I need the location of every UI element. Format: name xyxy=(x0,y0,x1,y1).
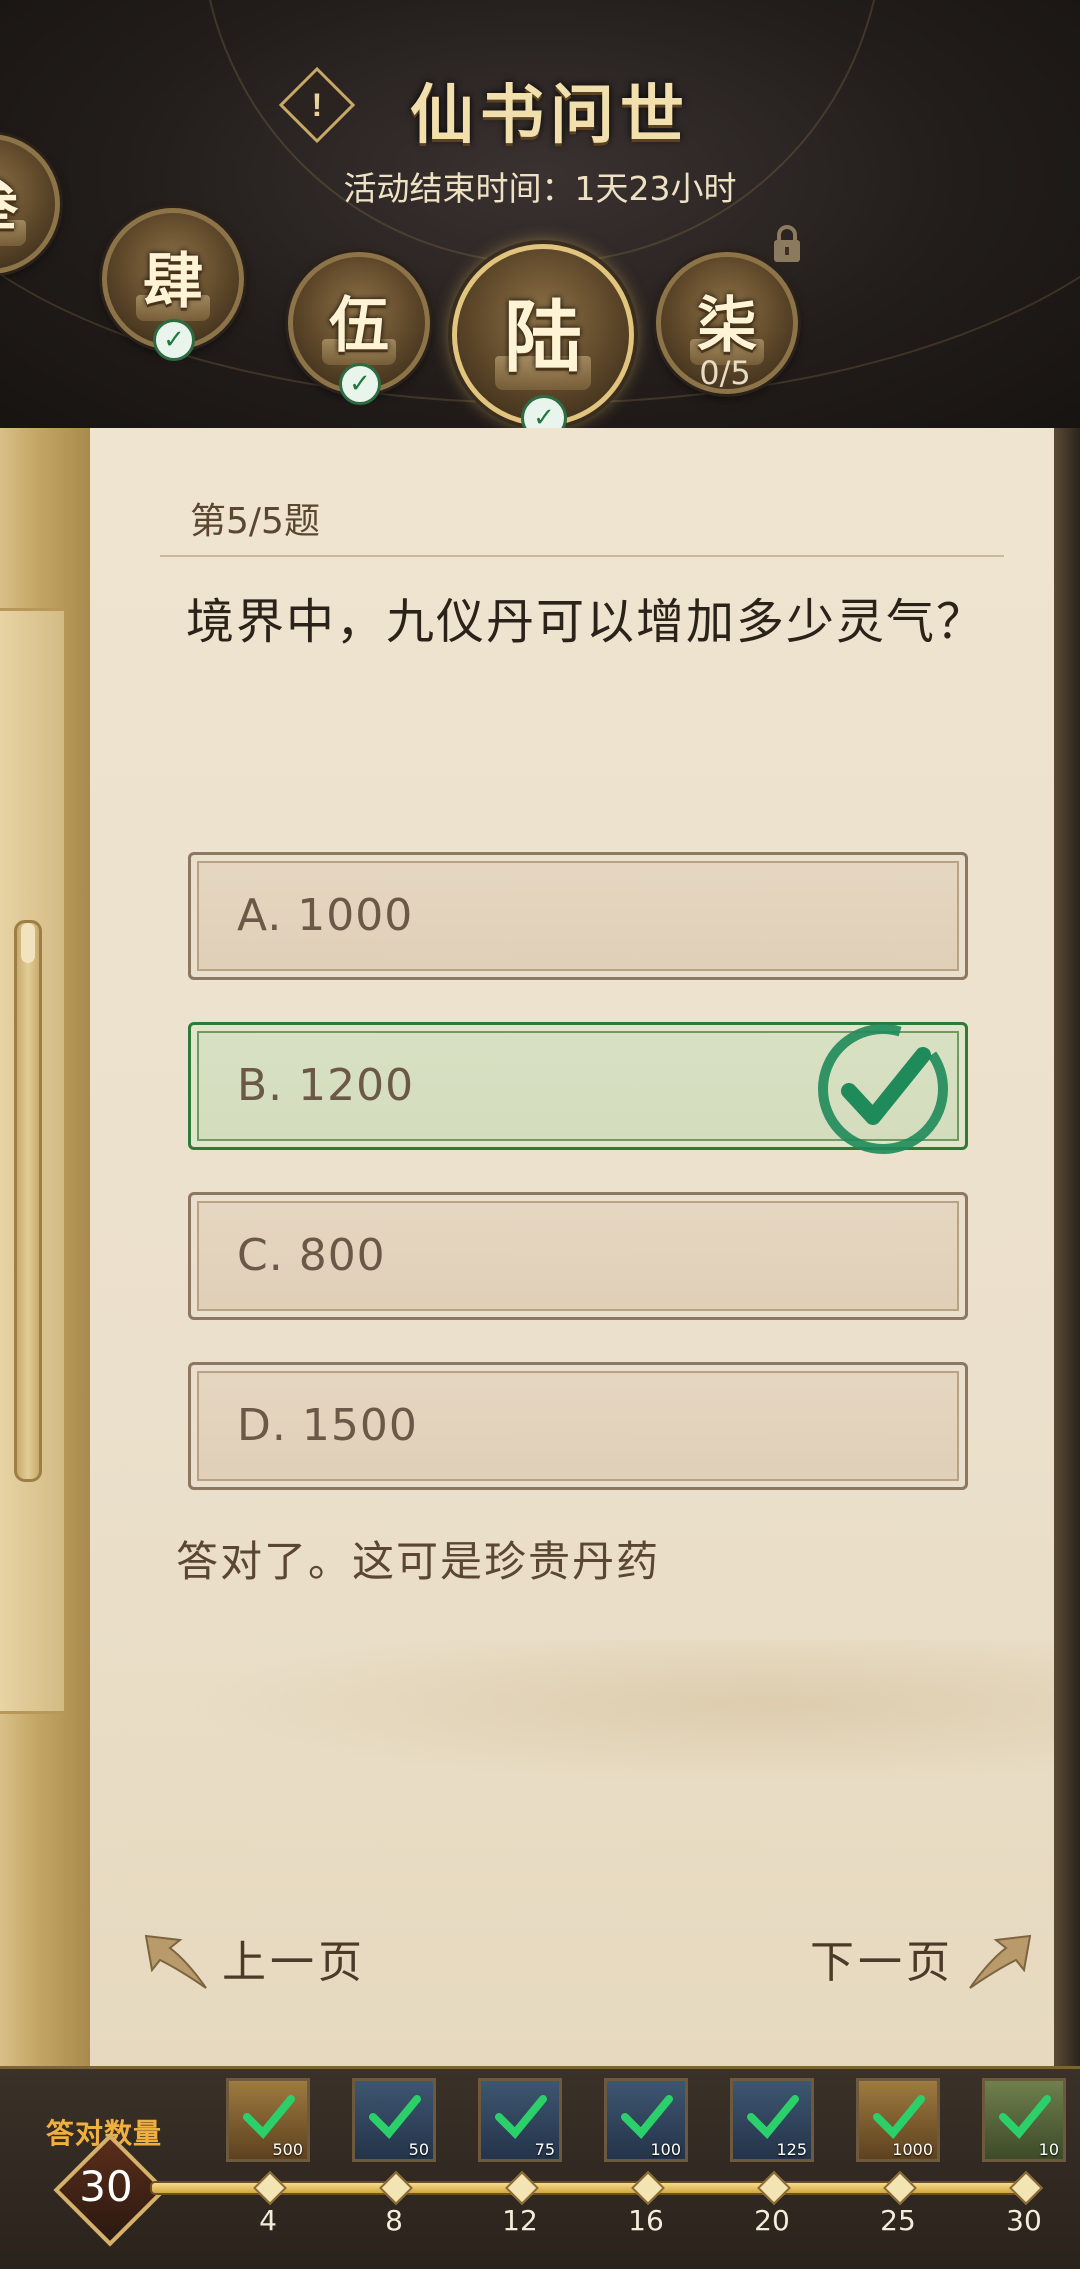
milestone-label: 20 xyxy=(754,2204,790,2237)
correct-check-icon xyxy=(818,1024,948,1154)
page-scrollbar[interactable] xyxy=(14,920,42,1482)
answer-option-d[interactable]: D. 1500 xyxy=(188,1362,968,1490)
milestone-label: 16 xyxy=(628,2204,664,2237)
event-title: 仙书问世 xyxy=(410,78,690,153)
reward-item-16[interactable]: 100 xyxy=(604,2078,688,2162)
option-label: B. 1200 xyxy=(237,1060,415,1111)
claimed-check-icon xyxy=(369,2095,421,2139)
answer-feedback: 答对了。这可是珍贵丹药 xyxy=(176,1537,661,1586)
milestone-label: 4 xyxy=(259,2204,277,2237)
chapter-7-progress: 0/5 xyxy=(699,354,751,392)
lock-icon xyxy=(774,225,800,262)
chapter-button-6-selected[interactable]: 陆 ✓ xyxy=(452,244,634,440)
reward-item-8[interactable]: 50 xyxy=(352,2078,436,2162)
cloud-decoration xyxy=(90,1640,1054,1800)
prev-page-button[interactable]: 上一页 xyxy=(222,1928,366,1998)
milestone-label: 12 xyxy=(502,2204,538,2237)
question-text: 境界中，九仪丹可以增加多少灵气？ xyxy=(186,594,987,650)
answer-option-b-correct[interactable]: B. 1200 xyxy=(188,1022,968,1154)
milestone-label: 25 xyxy=(880,2204,916,2237)
claimed-check-icon xyxy=(495,2095,547,2139)
option-label: C. 800 xyxy=(237,1230,386,1281)
reward-item-30[interactable]: 10 xyxy=(982,2078,1066,2162)
answer-option-c[interactable]: C. 800 xyxy=(188,1192,968,1320)
reward-item-4[interactable]: 500 xyxy=(226,2078,310,2162)
milestone-label: 30 xyxy=(1006,2204,1042,2237)
prev-page-arrow-icon[interactable] xyxy=(136,1926,216,1998)
milestone-label: 8 xyxy=(385,2204,403,2237)
next-page-button[interactable]: 下一页 xyxy=(810,1928,954,1998)
correct-count-value: 30 xyxy=(79,2162,133,2211)
chapter-button-5[interactable]: 伍 ✓ xyxy=(288,252,430,405)
option-label: A. 1000 xyxy=(237,890,414,941)
claimed-check-icon xyxy=(621,2095,673,2139)
divider xyxy=(160,555,1004,557)
activity-header: ! 仙书问世 活动结束时间：1天23小时 叁 肆 ✓ 伍 ✓ 陆 ✓ 柒 0/5 xyxy=(0,0,1080,440)
claimed-check-icon xyxy=(243,2095,295,2139)
option-label: D. 1500 xyxy=(237,1400,418,1451)
completed-check-icon: ✓ xyxy=(339,363,381,405)
chapter-button-4[interactable]: 肆 ✓ xyxy=(102,208,244,361)
reward-item-12[interactable]: 75 xyxy=(478,2078,562,2162)
completed-check-icon: ✓ xyxy=(153,319,195,361)
claimed-check-icon xyxy=(999,2095,1051,2139)
event-end-time: 活动结束时间：1天23小时 xyxy=(343,169,737,208)
claimed-check-icon xyxy=(747,2095,799,2139)
book-right-edge xyxy=(1054,428,1080,2068)
next-page-arrow-icon[interactable] xyxy=(960,1926,1040,1998)
reward-item-25[interactable]: 1000 xyxy=(856,2078,940,2162)
scrollbar-thumb[interactable] xyxy=(21,923,35,963)
answer-option-a[interactable]: A. 1000 xyxy=(188,852,968,980)
question-number: 第5/5题 xyxy=(190,501,320,542)
claimed-check-icon xyxy=(873,2095,925,2139)
reward-item-20[interactable]: 125 xyxy=(730,2078,814,2162)
